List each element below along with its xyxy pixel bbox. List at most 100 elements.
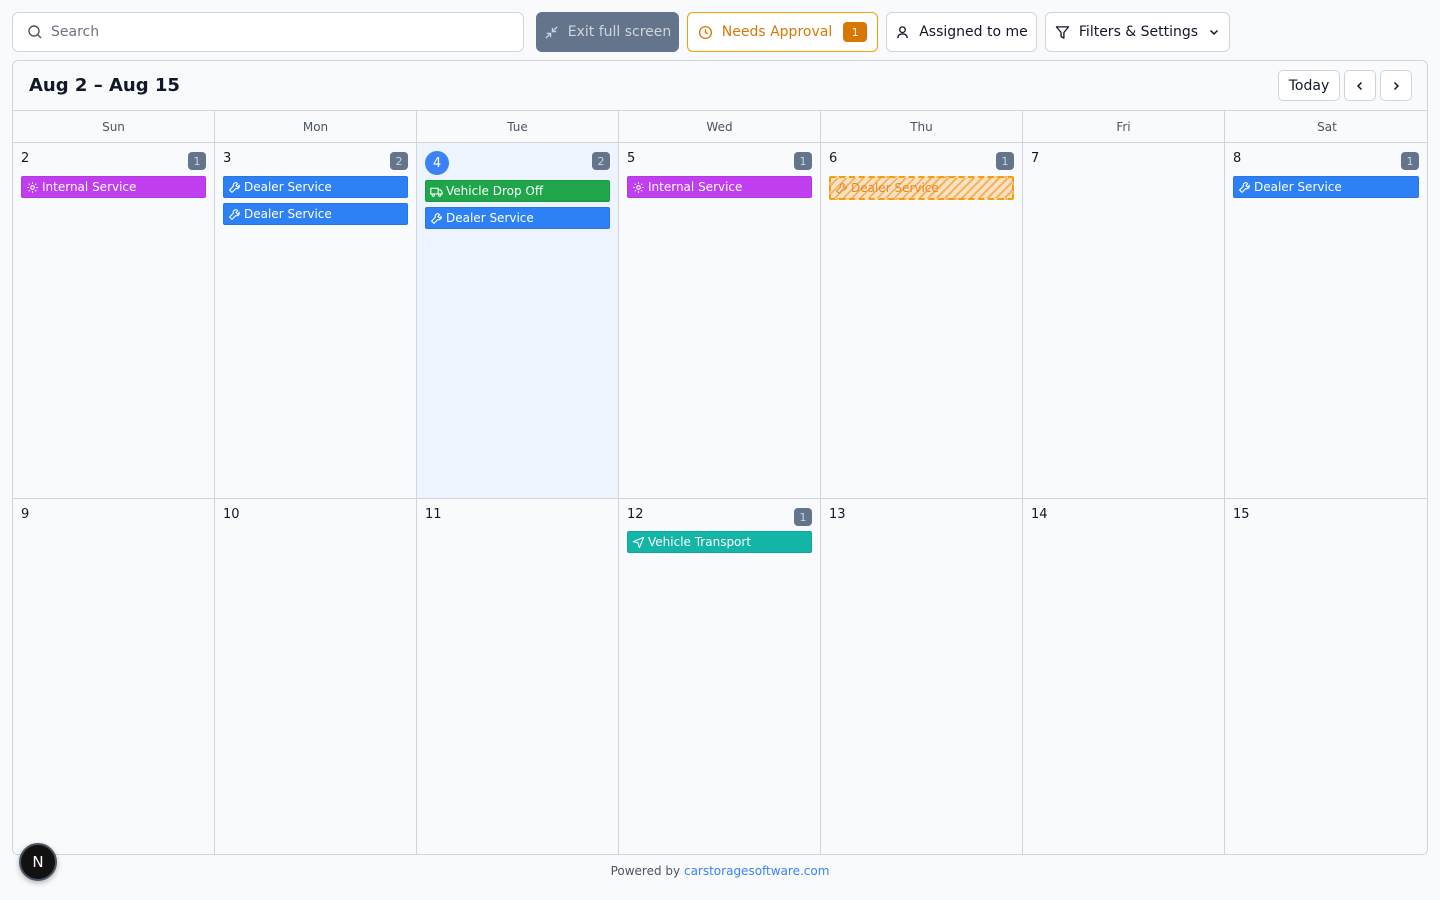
wrench-icon — [430, 212, 442, 224]
week-row-2: 9 10 11 12 1 Vehicle Transport 13 14 15 — [13, 499, 1427, 854]
weekday-header-row: Sun Mon Tue Wed Thu Fri Sat — [13, 110, 1427, 143]
event-count-badge: 1 — [996, 152, 1014, 170]
day-cell-aug-11[interactable]: 11 — [417, 499, 619, 854]
event-internal-service[interactable]: Internal Service — [21, 176, 206, 198]
day-cell-aug-14[interactable]: 14 — [1023, 499, 1225, 854]
search-box[interactable] — [12, 12, 524, 52]
weekday-thu: Thu — [821, 111, 1023, 143]
wrench-icon — [228, 181, 240, 193]
assigned-to-me-label: Assigned to me — [919, 24, 1028, 40]
weekday-tue: Tue — [417, 111, 619, 143]
day-number: 10 — [223, 507, 240, 522]
chevron-right-icon — [1393, 81, 1400, 90]
day-cell-aug-13[interactable]: 13 — [821, 499, 1023, 854]
exit-fullscreen-label: Exit full screen — [567, 24, 672, 40]
day-number: 5 — [627, 151, 636, 166]
truck-icon — [430, 187, 443, 197]
day-number: 13 — [829, 507, 846, 522]
day-number: 2 — [21, 151, 30, 166]
day-cell-aug-4-today[interactable]: 4 2 Vehicle Drop Off Dealer Service — [417, 143, 619, 498]
weekday-mon: Mon — [215, 111, 417, 143]
day-cell-aug-9[interactable]: 9 — [13, 499, 215, 854]
day-number: 7 — [1031, 151, 1040, 166]
event-count-badge: 1 — [794, 152, 812, 170]
event-count-badge: 2 — [390, 152, 408, 170]
needs-approval-count-badge: 1 — [843, 22, 868, 42]
event-vehicle-transport[interactable]: Vehicle Transport — [627, 531, 812, 553]
day-cell-aug-3[interactable]: 3 2 Dealer Service Dealer Service — [215, 143, 417, 498]
filters-settings-button[interactable]: Filters & Settings — [1045, 12, 1230, 52]
weekday-sun: Sun — [13, 111, 215, 143]
wrench-icon — [228, 208, 240, 220]
previous-button[interactable] — [1344, 70, 1376, 101]
event-dealer-service[interactable]: Dealer Service — [425, 207, 610, 229]
filter-icon — [1055, 25, 1070, 39]
toolbar: Exit full screen Needs Approval 1 Assign… — [12, 12, 1428, 52]
day-number: 3 — [223, 151, 232, 166]
assigned-to-me-button[interactable]: Assigned to me — [886, 12, 1037, 52]
date-range-title: Aug 2 – Aug 15 — [29, 75, 180, 96]
event-dealer-service-pending[interactable]: Dealer Service — [829, 176, 1014, 200]
day-number: 15 — [1233, 507, 1250, 522]
day-number: 14 — [1031, 507, 1048, 522]
search-icon — [28, 25, 42, 39]
event-internal-service[interactable]: Internal Service — [627, 176, 812, 198]
wrench-icon — [1238, 181, 1250, 193]
event-label: Vehicle Drop Off — [446, 184, 544, 198]
day-cell-aug-2[interactable]: 2 1 Internal Service — [13, 143, 215, 498]
event-dealer-service[interactable]: Dealer Service — [223, 176, 408, 198]
avatar[interactable]: N — [19, 843, 57, 881]
navigation-arrow-icon — [632, 536, 645, 548]
needs-approval-button[interactable]: Needs Approval 1 — [687, 12, 878, 52]
chevron-down-icon — [1210, 29, 1219, 36]
event-count-badge: 1 — [188, 152, 206, 170]
clock-icon — [698, 25, 712, 39]
week-row-1: 2 1 Internal Service 3 2 Dealer Service … — [13, 143, 1427, 499]
day-cell-aug-10[interactable]: 10 — [215, 499, 417, 854]
minimize-icon — [545, 25, 558, 39]
footer-link[interactable]: carstoragesoftware.com — [684, 864, 829, 878]
day-number: 6 — [829, 151, 838, 166]
footer: Powered by carstoragesoftware.com — [0, 864, 1440, 878]
calendar-header: Aug 2 – Aug 15 Today — [13, 61, 1427, 110]
gear-icon — [633, 181, 644, 193]
next-button[interactable] — [1380, 70, 1412, 101]
event-label: Dealer Service — [446, 211, 534, 225]
day-number: 8 — [1233, 151, 1242, 166]
day-cell-aug-8[interactable]: 8 1 Dealer Service — [1225, 143, 1427, 498]
day-number: 9 — [21, 507, 30, 522]
search-input[interactable] — [51, 24, 491, 40]
weekday-sat: Sat — [1317, 120, 1337, 134]
day-cell-aug-12[interactable]: 12 1 Vehicle Transport — [619, 499, 821, 854]
calendar: Aug 2 – Aug 15 Today Sun Mon Tue Wed Thu… — [12, 60, 1428, 855]
needs-approval-label: Needs Approval — [721, 24, 833, 40]
event-label: Internal Service — [42, 180, 137, 194]
event-label: Dealer Service — [244, 207, 332, 221]
today-button[interactable]: Today — [1278, 70, 1340, 101]
event-vehicle-drop-off[interactable]: Vehicle Drop Off — [425, 180, 610, 202]
day-cell-aug-7[interactable]: 7 — [1023, 143, 1225, 498]
exit-fullscreen-button[interactable]: Exit full screen — [536, 12, 679, 52]
day-number: 11 — [425, 507, 442, 522]
weekday-fri: Fri — [1023, 111, 1225, 143]
filters-settings-label: Filters & Settings — [1078, 24, 1199, 40]
event-label: Dealer Service — [244, 180, 332, 194]
wrench-icon — [835, 182, 847, 194]
today-day-number: 4 — [425, 151, 449, 175]
event-label: Vehicle Transport — [648, 535, 752, 549]
footer-prefix: Powered by — [610, 864, 681, 878]
event-count-badge: 1 — [794, 508, 812, 526]
event-label: Internal Service — [648, 180, 743, 194]
event-label: Dealer Service — [851, 181, 939, 195]
day-cell-aug-15[interactable]: 15 — [1225, 499, 1427, 854]
day-cell-aug-6[interactable]: 6 1 Dealer Service — [821, 143, 1023, 498]
event-dealer-service[interactable]: Dealer Service — [223, 203, 408, 225]
event-dealer-service[interactable]: Dealer Service — [1233, 176, 1419, 198]
user-icon — [897, 25, 909, 38]
gear-icon — [27, 181, 38, 193]
event-count-badge: 2 — [592, 152, 610, 170]
weekday-wed: Wed — [619, 111, 821, 143]
chevron-left-icon — [1356, 81, 1363, 90]
day-cell-aug-5[interactable]: 5 1 Internal Service — [619, 143, 821, 498]
day-number: 12 — [627, 507, 644, 522]
